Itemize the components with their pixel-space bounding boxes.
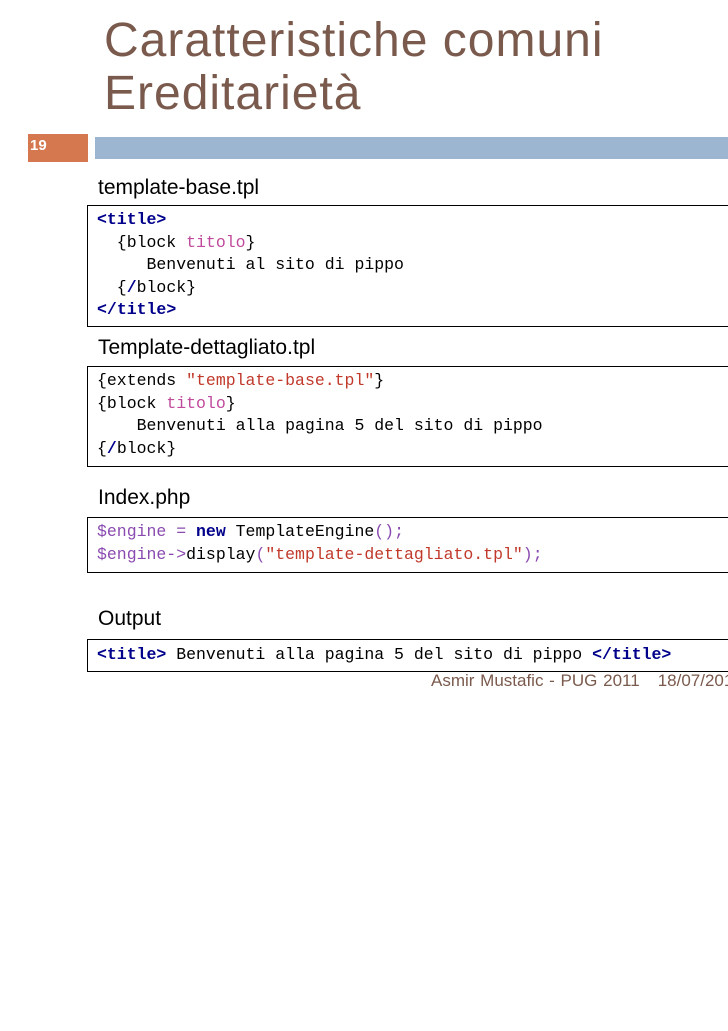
code-line: $engine = new TemplateEngine(); — [97, 521, 728, 544]
code-token: titolo — [166, 393, 226, 413]
code-line: </title> — [97, 299, 728, 322]
code-token: { — [97, 438, 107, 458]
code-token: {block — [97, 393, 167, 413]
code-token: "template-dettagliato.tpl" — [265, 544, 523, 564]
section-label-output: Output — [98, 607, 162, 630]
code-token: $engine — [97, 522, 167, 541]
code-token: title — [106, 210, 157, 229]
code-token: / — [106, 438, 117, 458]
code-line: {block titolo} — [97, 393, 728, 416]
code-token: $engine-> — [97, 544, 187, 564]
slide-footer: Asmir Mustafic - PUG 2011 18/07/2011 — [431, 671, 728, 691]
code-line: {/block} — [97, 438, 728, 461]
code-token: (); — [374, 522, 404, 541]
code-line: Benvenuti al sito di pippo — [97, 254, 728, 277]
code-line: {/block} — [97, 277, 728, 300]
slide-title: Caratteristiche comuni Ereditarietà — [104, 14, 604, 120]
section-label-template-dettagliato: Template-dettagliato.tpl — [98, 336, 316, 359]
code-line: {extends "template-base.tpl"} — [97, 370, 728, 393]
code-token: / — [126, 277, 137, 297]
code-token: title — [116, 300, 167, 319]
title-accent-bar — [95, 137, 728, 159]
code-token: Benvenuti alla pagina 5 del sito di pipp… — [97, 416, 543, 435]
footer-author: Asmir Mustafic - PUG 2011 — [431, 671, 640, 690]
code-token: new — [196, 522, 226, 541]
code-token: "template-base.tpl" — [186, 371, 375, 390]
code-token: } — [374, 371, 385, 390]
code-token: > — [156, 210, 167, 229]
code-line: <title> Benvenuti alla pagina 5 del sito… — [97, 644, 728, 667]
code-token: ); — [522, 544, 543, 564]
code-token: {extends — [97, 371, 187, 390]
code-token: > — [166, 300, 177, 319]
section-label-index-php: Index.php — [98, 486, 191, 509]
code-line: {block titolo} — [97, 232, 728, 255]
slide-title-line1: Caratteristiche comuni — [104, 14, 604, 67]
code-token: block} — [136, 277, 197, 297]
code-token: display — [186, 544, 256, 564]
code-token: block} — [116, 438, 177, 458]
code-line: <title> — [97, 209, 728, 232]
slide-title-line2: Ereditarietà — [104, 67, 362, 120]
code-token: < — [97, 210, 107, 229]
code-token: </ — [97, 300, 117, 319]
code-token: } — [225, 393, 236, 413]
code-box-output: <title> Benvenuti alla pagina 5 del sito… — [87, 639, 728, 672]
section-label-template-base: template-base.tpl — [98, 176, 260, 199]
code-token: <title> — [97, 645, 167, 664]
code-token: </title> — [592, 645, 672, 664]
code-token: titolo — [186, 232, 246, 252]
code-token: ( — [255, 544, 266, 564]
code-line: $engine->display("template-dettagliato.t… — [97, 544, 728, 567]
code-token: } — [245, 232, 256, 252]
code-token: { — [97, 277, 127, 297]
code-token: {block — [97, 232, 187, 252]
code-token: TemplateEngine — [225, 522, 375, 541]
code-token: = — [166, 522, 197, 541]
code-box-template-base: <title> {block titolo} Benvenuti al sito… — [87, 205, 728, 327]
code-token: Benvenuti alla pagina 5 del sito di pipp… — [166, 645, 593, 664]
footer-date: 18/07/2011 — [657, 671, 728, 690]
code-box-template-dettagliato: {extends "template-base.tpl"} {block tito… — [87, 366, 728, 467]
code-line: Benvenuti alla pagina 5 del sito di pipp… — [97, 415, 728, 438]
page-number-badge: 19 — [28, 134, 88, 162]
code-box-index-php: $engine = new TemplateEngine(); $engine->… — [87, 517, 728, 573]
code-token: Benvenuti al sito di pippo — [97, 255, 404, 274]
